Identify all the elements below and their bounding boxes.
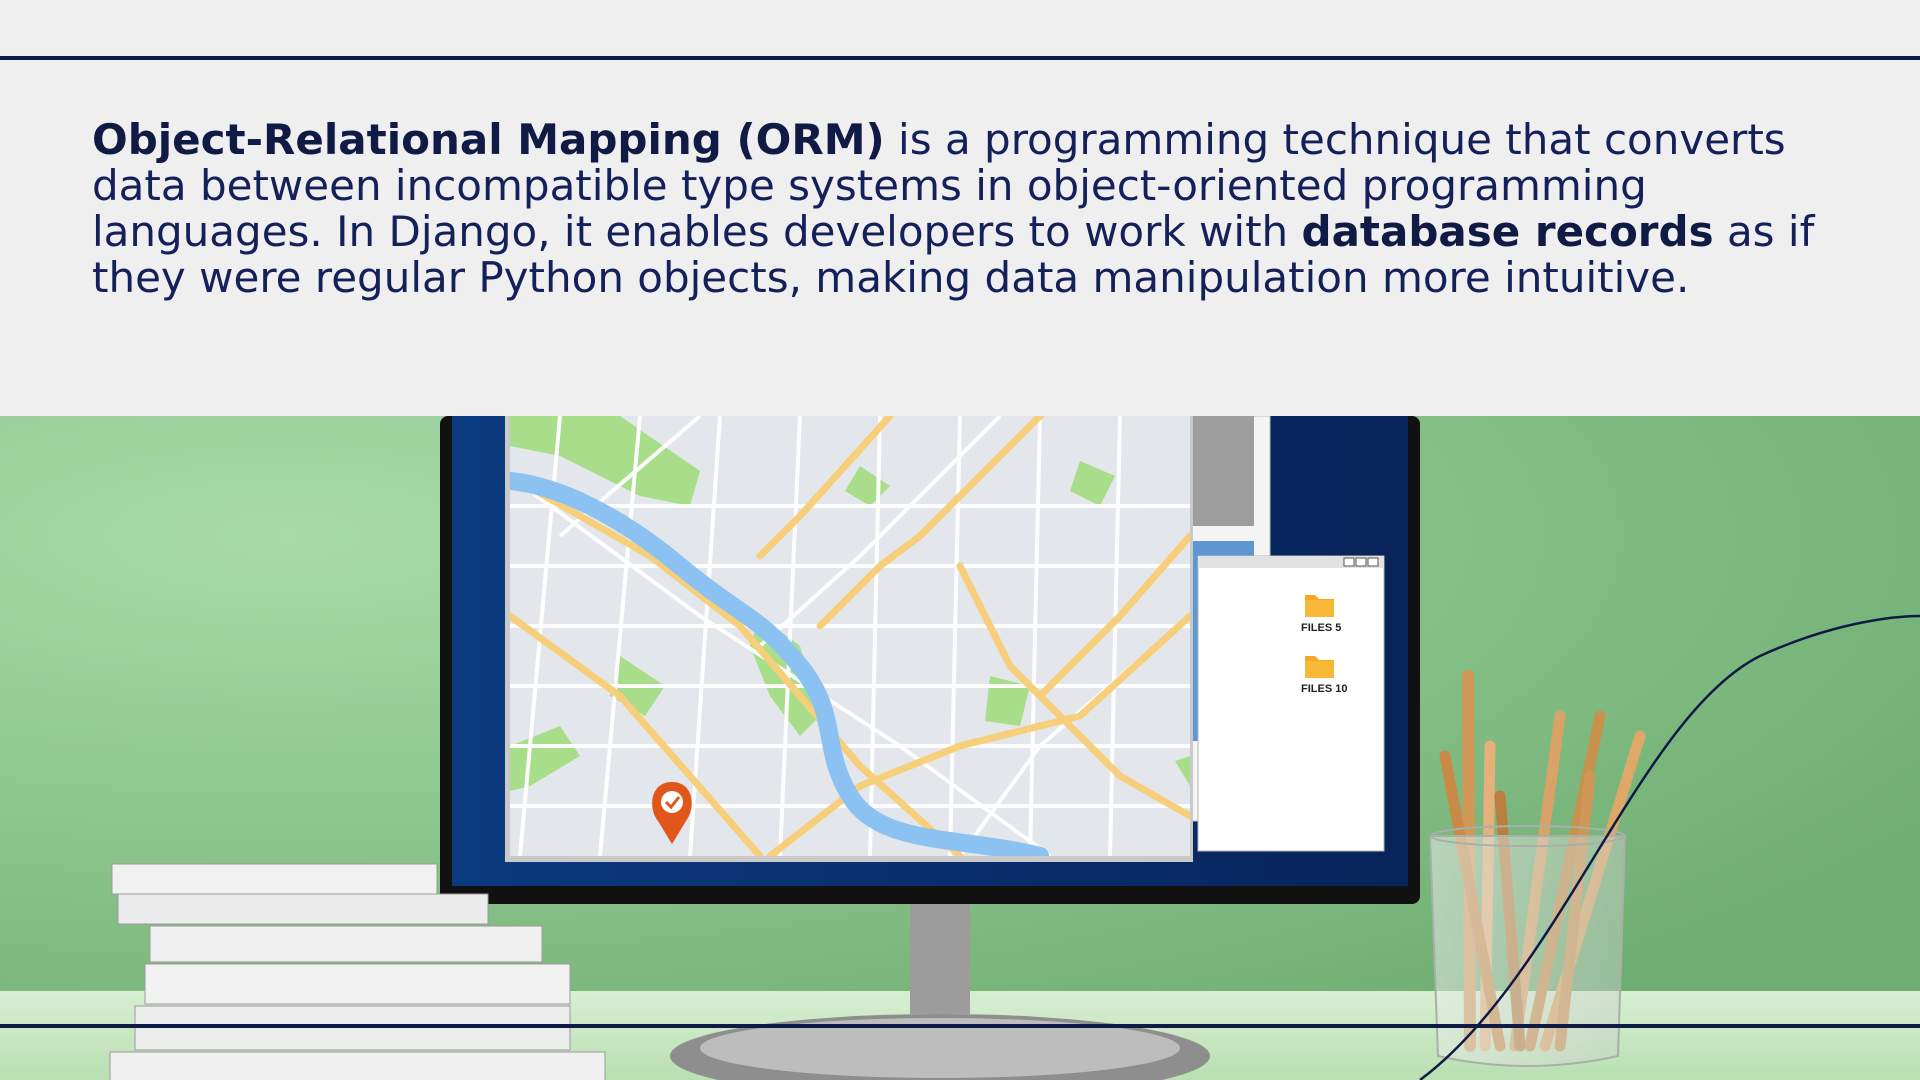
window-controls-icon	[1343, 557, 1379, 567]
bottom-divider-line	[0, 1024, 1920, 1028]
top-divider-line	[0, 56, 1920, 60]
term-database-records: database records	[1301, 207, 1714, 256]
folder-label-files-5: FILES 5	[1301, 622, 1341, 634]
folder-label-files-10: FILES 10	[1301, 683, 1347, 695]
map-window	[505, 416, 1193, 862]
term-orm: Object-Relational Mapping (ORM)	[92, 115, 885, 164]
desk-computer-photo: FILES 5 FILES 10	[0, 416, 1920, 1080]
intro-paragraph: Object-Relational Mapping (ORM) is a pro…	[92, 117, 1862, 301]
files-window: FILES 5 FILES 10	[1197, 555, 1385, 852]
